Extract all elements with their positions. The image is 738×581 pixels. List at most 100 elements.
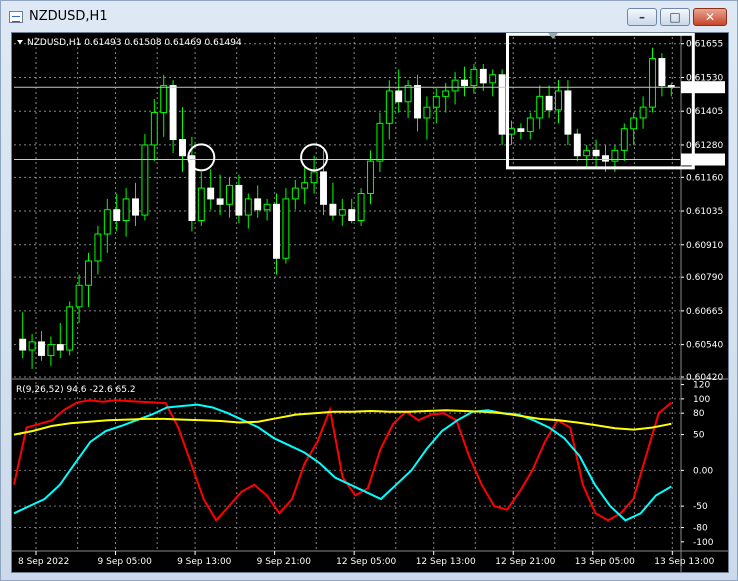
candle: [150, 99, 158, 162]
candle: [432, 88, 440, 124]
price-axis-label: 0.61280: [686, 141, 723, 151]
candle-body: [254, 198, 262, 211]
candle-body: [207, 187, 215, 200]
candle-body: [639, 106, 647, 119]
time-axis-label: 13 Sep 05:00: [575, 557, 635, 567]
candle-body: [508, 128, 515, 135]
candle-body: [385, 90, 393, 124]
oscillator-header: R(9,26,52) 94.6 -22.6 65.2: [16, 385, 136, 395]
maximize-icon: □: [669, 10, 681, 24]
candle: [301, 166, 309, 205]
candle-body: [226, 184, 233, 205]
oscillator-axis-label: 100: [693, 395, 710, 405]
candle-body: [169, 85, 177, 141]
candle-body: [545, 95, 553, 111]
price-axis-label: 0.60910: [686, 241, 723, 251]
oscillator-axis-label: 0.00: [693, 466, 713, 476]
candle-body: [56, 344, 64, 351]
candle: [667, 82, 675, 97]
candle: [404, 80, 412, 118]
candle: [66, 301, 74, 356]
candle-body: [555, 90, 562, 111]
candle-body: [47, 344, 55, 356]
candle-body: [197, 187, 205, 221]
price-axis-label: 0.61655: [686, 40, 723, 50]
candle: [282, 188, 290, 264]
oscillator-axis-label: -80: [693, 524, 708, 534]
time-axis-label: 8 Sep 2022: [18, 557, 69, 567]
candle: [320, 150, 327, 216]
candle-body: [28, 341, 36, 351]
candle: [592, 139, 600, 167]
candle-body: [310, 171, 318, 184]
candle-body: [348, 209, 356, 221]
time-axis-label: 13 Sep 13:00: [654, 557, 714, 567]
candle-body: [85, 260, 92, 286]
candle-body: [423, 106, 431, 119]
price-chart-svg[interactable]: 0.616550.615300.614050.612800.611600.610…: [12, 33, 728, 572]
candle-body: [489, 74, 497, 84]
candle-body: [320, 171, 327, 205]
time-axis-label: 9 Sep 05:00: [98, 557, 153, 567]
symbol-dropdown-icon: [17, 40, 23, 44]
time-axis-label: 12 Sep 21:00: [495, 557, 555, 567]
chart-area[interactable]: 0.61655 0.61530 0.61405 0.61280 0.61160 0.610…: [11, 32, 729, 573]
candle-body: [442, 90, 450, 97]
candle: [160, 74, 168, 137]
candle-body: [141, 144, 149, 216]
price-axis-label: 0.61160: [686, 173, 723, 183]
candle-body: [216, 198, 224, 205]
candle: [658, 53, 666, 97]
oscillator-axis-label: 50: [693, 431, 705, 441]
chart-shift-marker: [548, 33, 558, 39]
candle: [498, 69, 506, 145]
candle-body: [103, 209, 111, 235]
candle-body: [301, 182, 309, 189]
candle-body: [573, 133, 581, 157]
price-axis-label: 0.60665: [686, 307, 723, 317]
candle: [132, 182, 139, 226]
candle: [555, 80, 562, 124]
candle: [395, 69, 403, 113]
close-button[interactable]: ✕: [693, 8, 727, 26]
candle: [226, 177, 233, 218]
candle-body: [404, 85, 412, 103]
title-bar[interactable]: NZDUSD,H1 – □ ✕: [1, 1, 737, 31]
candle: [385, 80, 393, 140]
candle-body: [451, 79, 459, 92]
candle-body: [376, 122, 384, 162]
candle: [649, 47, 656, 113]
candle-body: [526, 117, 534, 132]
candle: [169, 80, 177, 154]
close-icon: ✕: [704, 10, 716, 24]
candle: [28, 333, 36, 369]
candle: [235, 174, 243, 224]
candle-body: [19, 338, 27, 351]
candle: [85, 252, 92, 307]
time-axis-label: 12 Sep 13:00: [416, 557, 476, 567]
candle-body: [38, 341, 45, 356]
oscillator-axis-label: 120: [693, 381, 710, 391]
candle: [94, 225, 102, 275]
candle-body: [357, 193, 365, 221]
candle-body: [461, 79, 468, 87]
candle: [414, 74, 421, 132]
window-title: NZDUSD,H1: [29, 9, 108, 24]
candle-body: [649, 58, 656, 108]
candle-body: [122, 198, 130, 221]
candle-body: [282, 198, 290, 259]
oscillator-axis-label: -100: [693, 538, 714, 548]
candle: [573, 128, 581, 162]
maximize-button[interactable]: □: [660, 8, 690, 26]
candle-body: [338, 209, 346, 216]
candle: [263, 198, 271, 221]
candle-body: [263, 203, 271, 211]
candle: [639, 96, 647, 129]
candle: [47, 336, 55, 367]
candle: [357, 188, 365, 226]
minimize-button[interactable]: –: [627, 8, 657, 26]
candle-body: [244, 198, 252, 216]
candle-body: [432, 95, 440, 108]
candle: [470, 63, 478, 94]
price-chart-header: NZDUSD,H1 0.61493 0.61508 0.61469 0.6149…: [27, 38, 242, 48]
